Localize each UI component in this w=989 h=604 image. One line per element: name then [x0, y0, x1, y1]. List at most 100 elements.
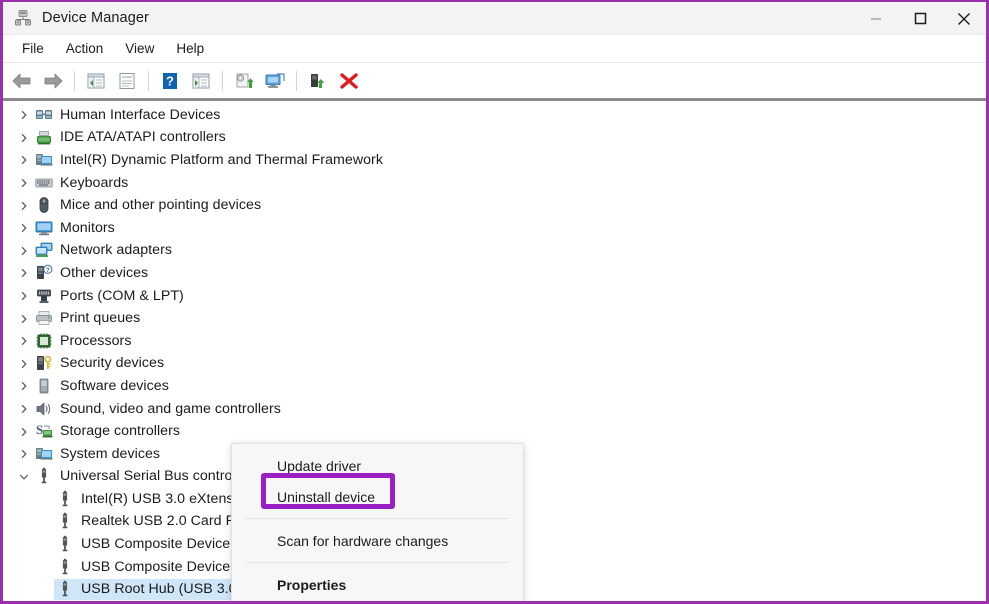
tree-item-content: Intel(R) Dynamic Platform and Thermal Fr…: [33, 150, 387, 171]
scan-for-hardware-changes-icon[interactable]: [260, 67, 290, 95]
uninstall-device-icon[interactable]: [334, 67, 364, 95]
tree-item-processors[interactable]: Processors: [3, 330, 986, 353]
printer-icon: [35, 309, 53, 327]
tree-item-content: USB Composite Device: [54, 534, 234, 555]
update-driver-icon[interactable]: [229, 67, 259, 95]
context-menu-item-uninstall-device[interactable]: Uninstall device: [232, 481, 523, 512]
network-adapter-icon: [35, 241, 53, 259]
tree-item-label: Monitors: [60, 220, 115, 236]
tree-item-human-interface-devices[interactable]: Human Interface Devices: [3, 104, 986, 127]
chevron-right-icon[interactable]: [15, 223, 33, 233]
show-hide-console-tree-icon[interactable]: [81, 67, 111, 95]
tree-item-print-queues[interactable]: Print queues: [3, 307, 986, 330]
minimize-button[interactable]: [854, 2, 898, 35]
tree-item-label: Software devices: [60, 378, 169, 394]
properties-icon[interactable]: [112, 67, 142, 95]
tree-item-content: Network adapters: [33, 240, 176, 261]
tree-item-label: Print queues: [60, 310, 140, 326]
usb-icon: [56, 580, 74, 598]
context-menu-separator: [246, 562, 509, 563]
tree-item-content: Human Interface Devices: [33, 105, 224, 126]
menu-help[interactable]: Help: [165, 38, 215, 59]
tree-item-content: SStorage controllers: [33, 421, 184, 442]
tree-item-content: USB Root Hub (USB 3.0): [54, 579, 245, 600]
monitor-icon: [35, 219, 53, 237]
chevron-right-icon[interactable]: [15, 155, 33, 165]
chevron-right-icon[interactable]: [15, 246, 33, 256]
context-menu-item-properties[interactable]: Properties: [232, 569, 523, 600]
tree-item-content: Print queues: [33, 308, 144, 329]
close-button[interactable]: [942, 2, 986, 35]
show-hide-action-pane-icon[interactable]: [186, 67, 216, 95]
menu-action[interactable]: Action: [55, 38, 115, 59]
chevron-right-icon[interactable]: [15, 336, 33, 346]
menu-file[interactable]: File: [11, 38, 55, 59]
context-menu-separator: [246, 518, 509, 519]
context-menu-item-scan-for-hardware-changes[interactable]: Scan for hardware changes: [232, 525, 523, 556]
toolbar-separator: [74, 71, 75, 91]
tree-item-label: Keyboards: [60, 175, 128, 191]
tree-item-label: Storage controllers: [60, 423, 180, 439]
tree-item-sound-video-and-game-controllers[interactable]: Sound, video and game controllers: [3, 398, 986, 421]
tree-item-label: USB Composite Device: [81, 536, 230, 552]
chevron-right-icon[interactable]: [15, 110, 33, 120]
tree-item-content: Universal Serial Bus controllers: [33, 466, 263, 487]
forward-icon[interactable]: [38, 67, 68, 95]
chevron-right-icon[interactable]: [15, 133, 33, 143]
tree-item-keyboards[interactable]: Keyboards: [3, 172, 986, 195]
context-menu-item-update-driver[interactable]: Update driver: [232, 450, 523, 481]
tree-item-label: Sound, video and game controllers: [60, 401, 281, 417]
usb-icon: [35, 467, 53, 485]
tree-item-label: USB Root Hub (USB 3.0): [81, 581, 241, 597]
tree-item-label: Ports (COM & LPT): [60, 288, 184, 304]
processor-icon: [35, 332, 53, 350]
tree-item-mice-and-other-pointing-devices[interactable]: Mice and other pointing devices: [3, 194, 986, 217]
system-device-icon: [35, 151, 53, 169]
tree-item-label: Network adapters: [60, 242, 172, 258]
back-icon[interactable]: [7, 67, 37, 95]
tree-item-monitors[interactable]: Monitors: [3, 217, 986, 240]
unknown-device-icon: ?: [35, 264, 53, 282]
maximize-button[interactable]: [898, 2, 942, 35]
title-bar: Device Manager: [3, 2, 986, 35]
chevron-right-icon[interactable]: [15, 449, 33, 459]
context-menu: Update driverUninstall device Scan for ha…: [231, 443, 524, 604]
chevron-right-icon[interactable]: [15, 404, 33, 414]
chevron-right-icon[interactable]: [15, 314, 33, 324]
chevron-right-icon[interactable]: [15, 427, 33, 437]
mouse-icon: [35, 196, 53, 214]
chevron-right-icon[interactable]: [15, 291, 33, 301]
software-device-icon: [35, 377, 53, 395]
chevron-right-icon[interactable]: [15, 359, 33, 369]
chevron-right-icon[interactable]: [15, 268, 33, 278]
tree-item-content: Processors: [33, 331, 135, 352]
tree-item-ide-ata-atapi-controllers[interactable]: IDE ATA/ATAPI controllers: [3, 127, 986, 150]
enable-device-icon[interactable]: [303, 67, 333, 95]
tree-item-software-devices[interactable]: Software devices: [3, 375, 986, 398]
tree-item-label: Universal Serial Bus controllers: [60, 468, 259, 484]
help-icon[interactable]: ?: [155, 67, 185, 95]
tree-item-storage-controllers[interactable]: SStorage controllers: [3, 420, 986, 443]
port-icon: [35, 287, 53, 305]
tree-item-content: Security devices: [33, 353, 168, 374]
system-device-icon: [35, 445, 53, 463]
tree-item-ports-com-lpt[interactable]: Ports (COM & LPT): [3, 285, 986, 308]
chevron-right-icon[interactable]: [15, 381, 33, 391]
tree-item-content: USB Composite Device: [54, 557, 234, 578]
chevron-right-icon[interactable]: [15, 201, 33, 211]
tree-item-label: Intel(R) Dynamic Platform and Thermal Fr…: [60, 152, 383, 168]
chevron-down-icon[interactable]: [15, 472, 33, 482]
menu-view[interactable]: View: [114, 38, 165, 59]
tree-item-network-adapters[interactable]: Network adapters: [3, 240, 986, 263]
tree-item-label: USB Composite Device: [81, 559, 230, 575]
svg-text:?: ?: [166, 73, 174, 88]
usb-icon: [56, 490, 74, 508]
chevron-right-icon[interactable]: [15, 178, 33, 188]
device-manager-icon: [14, 9, 32, 27]
svg-text:?: ?: [46, 267, 50, 274]
speaker-icon: [35, 400, 53, 418]
tree-item-security-devices[interactable]: Security devices: [3, 353, 986, 376]
tree-item-intel-r-dynamic-platform-and-thermal-framework[interactable]: Intel(R) Dynamic Platform and Thermal Fr…: [3, 149, 986, 172]
tree-item-other-devices[interactable]: ?Other devices: [3, 262, 986, 285]
security-device-icon: [35, 354, 53, 372]
